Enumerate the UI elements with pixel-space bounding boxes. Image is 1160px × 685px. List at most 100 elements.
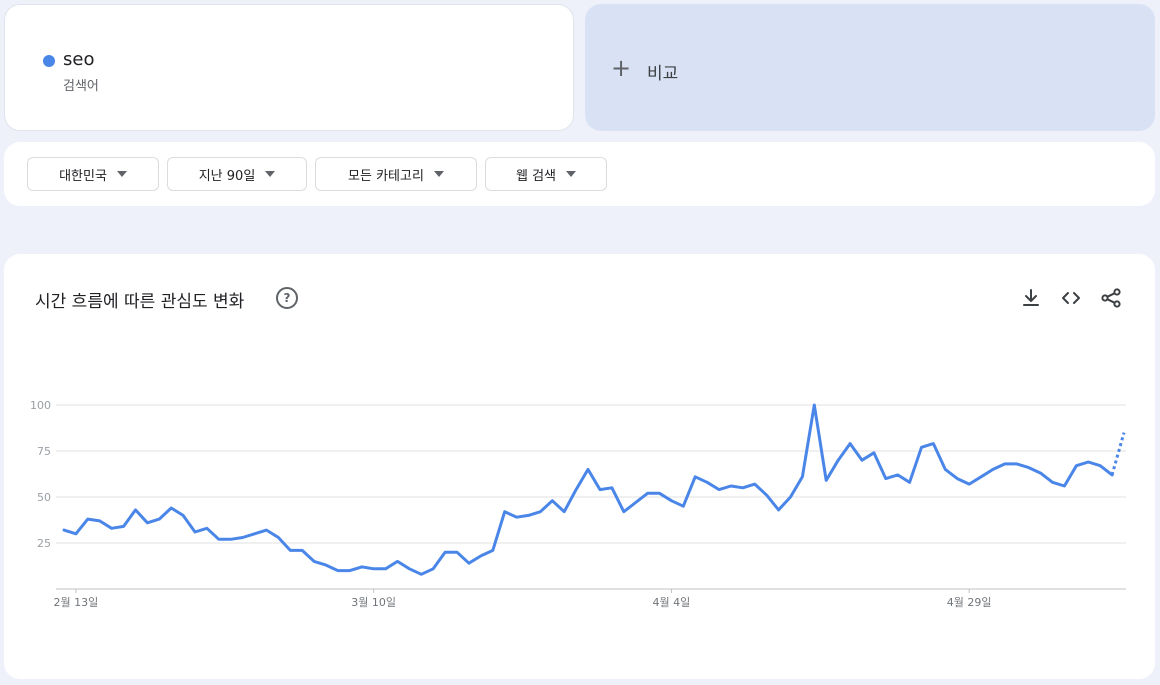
data-point[interactable]	[284, 544, 296, 556]
data-point[interactable]	[642, 487, 654, 499]
data-point[interactable]	[1106, 469, 1118, 481]
data-point[interactable]	[654, 487, 666, 499]
data-point[interactable]	[308, 555, 320, 567]
data-point[interactable]	[963, 478, 975, 490]
data-point[interactable]	[749, 478, 761, 490]
data-point[interactable]	[82, 513, 94, 525]
data-point[interactable]	[689, 471, 701, 483]
data-point[interactable]	[141, 517, 153, 529]
search-type-filter[interactable]: 웹 검색	[485, 157, 607, 191]
data-point[interactable]	[1058, 480, 1070, 492]
data-point[interactable]	[618, 506, 630, 518]
data-point[interactable]	[320, 559, 332, 571]
data-point[interactable]	[213, 533, 225, 545]
data-point[interactable]	[368, 563, 380, 575]
data-point[interactable]	[916, 441, 928, 453]
data-point[interactable]	[272, 531, 284, 543]
data-point[interactable]	[344, 565, 356, 577]
data-point[interactable]	[415, 568, 427, 580]
data-point[interactable]	[1070, 460, 1082, 472]
x-tick-label: 4월 29일	[947, 595, 992, 609]
data-point[interactable]	[677, 500, 689, 512]
data-point[interactable]	[630, 497, 642, 509]
data-point[interactable]	[70, 528, 82, 540]
data-point[interactable]	[475, 550, 487, 562]
data-point[interactable]	[808, 399, 820, 411]
data-point[interactable]	[201, 522, 213, 534]
data-point[interactable]	[868, 447, 880, 459]
data-point[interactable]	[153, 513, 165, 525]
data-point[interactable]	[463, 557, 475, 569]
data-point[interactable]	[439, 546, 451, 558]
data-point[interactable]	[380, 563, 392, 575]
data-point[interactable]	[856, 454, 868, 466]
data-point[interactable]	[785, 491, 797, 503]
compare-button[interactable]: + 비교	[585, 4, 1155, 131]
data-point[interactable]	[356, 561, 368, 573]
data-point[interactable]	[511, 511, 523, 523]
data-point[interactable]	[594, 484, 606, 496]
data-point[interactable]	[534, 506, 546, 518]
region-filter[interactable]: 대한민국	[27, 157, 159, 191]
data-point[interactable]	[761, 489, 773, 501]
data-point[interactable]	[332, 565, 344, 577]
data-point[interactable]	[522, 509, 534, 521]
data-point[interactable]	[701, 476, 713, 488]
data-point[interactable]	[1035, 467, 1047, 479]
data-point[interactable]	[1082, 456, 1094, 468]
data-point[interactable]	[558, 506, 570, 518]
data-point[interactable]	[1047, 476, 1059, 488]
data-point[interactable]	[118, 520, 130, 532]
data-point[interactable]	[403, 563, 415, 575]
data-point[interactable]	[844, 438, 856, 450]
data-point[interactable]	[391, 555, 403, 567]
data-point[interactable]	[951, 473, 963, 485]
data-point[interactable]	[165, 502, 177, 514]
data-point[interactable]	[1011, 458, 1023, 470]
data-point[interactable]	[892, 469, 904, 481]
region-filter-label: 대한민국	[59, 168, 107, 184]
data-point[interactable]	[832, 454, 844, 466]
data-point[interactable]	[129, 504, 141, 516]
data-point[interactable]	[582, 463, 594, 475]
data-point[interactable]	[999, 458, 1011, 470]
data-point[interactable]	[773, 504, 785, 516]
data-point[interactable]	[880, 473, 892, 485]
data-point[interactable]	[737, 482, 749, 494]
data-point[interactable]	[1118, 427, 1130, 439]
data-point[interactable]	[713, 484, 725, 496]
data-point[interactable]	[987, 463, 999, 475]
data-point[interactable]	[927, 438, 939, 450]
data-point[interactable]	[939, 463, 951, 475]
data-point[interactable]	[499, 506, 511, 518]
category-filter[interactable]: 모든 카테고리	[315, 157, 477, 191]
data-point[interactable]	[546, 495, 558, 507]
data-point[interactable]	[260, 524, 272, 536]
data-point[interactable]	[820, 474, 832, 486]
data-point[interactable]	[665, 495, 677, 507]
data-point[interactable]	[487, 544, 499, 556]
data-point[interactable]	[606, 482, 618, 494]
chevron-down-icon	[433, 171, 444, 177]
data-point[interactable]	[1094, 460, 1106, 472]
data-point[interactable]	[570, 484, 582, 496]
data-point[interactable]	[225, 533, 237, 545]
chevron-down-icon	[265, 171, 276, 177]
data-point[interactable]	[58, 524, 70, 536]
data-point[interactable]	[1023, 462, 1035, 474]
data-point[interactable]	[451, 546, 463, 558]
data-point[interactable]	[904, 476, 916, 488]
data-point[interactable]	[94, 515, 106, 527]
data-point[interactable]	[249, 528, 261, 540]
data-point[interactable]	[189, 526, 201, 538]
time-range-filter[interactable]: 지난 90일	[167, 157, 307, 191]
data-point[interactable]	[427, 563, 439, 575]
data-point[interactable]	[796, 471, 808, 483]
data-point[interactable]	[296, 544, 308, 556]
data-point[interactable]	[725, 480, 737, 492]
data-point[interactable]	[106, 522, 118, 534]
data-point[interactable]	[177, 509, 189, 521]
search-term-card[interactable]: seo 검색어	[4, 4, 574, 131]
data-point[interactable]	[237, 531, 249, 543]
data-point[interactable]	[975, 471, 987, 483]
